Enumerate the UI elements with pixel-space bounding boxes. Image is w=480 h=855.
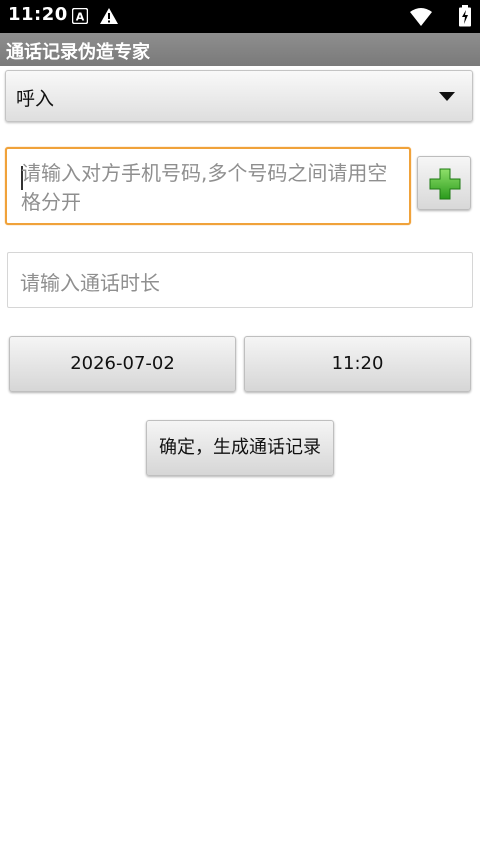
phone-number-placeholder: 请输入对方手机号码,多个号码之间请用空格分开 bbox=[21, 161, 388, 214]
svg-text:A: A bbox=[76, 11, 85, 24]
call-duration-placeholder: 请输入通话时长 bbox=[20, 271, 160, 295]
call-duration-input[interactable]: 请输入通话时长 bbox=[7, 252, 473, 308]
generate-call-log-button[interactable]: 确定，生成通话记录 bbox=[146, 420, 334, 476]
status-time: 11:20 bbox=[8, 4, 68, 25]
app-title-bar: 通话记录伪造专家 bbox=[0, 33, 480, 66]
dropdown-arrow-icon bbox=[439, 92, 455, 101]
add-contact-button[interactable] bbox=[417, 156, 471, 210]
call-type-spinner[interactable]: 呼入 bbox=[5, 70, 473, 122]
status-bar: 11:20 A bbox=[0, 0, 480, 33]
phone-number-input[interactable]: 请输入对方手机号码,多个号码之间请用空格分开 bbox=[5, 147, 411, 225]
date-picker-button[interactable]: 2026-07-02 bbox=[9, 336, 236, 392]
warning-icon bbox=[100, 8, 118, 24]
app-title: 通话记录伪造专家 bbox=[6, 42, 150, 63]
plus-icon bbox=[429, 168, 461, 200]
wifi-icon bbox=[410, 8, 432, 26]
time-picker-button[interactable]: 11:20 bbox=[244, 336, 471, 392]
call-type-selected: 呼入 bbox=[16, 88, 55, 110]
accessibility-icon: A bbox=[72, 8, 88, 24]
battery-icon bbox=[459, 5, 471, 27]
